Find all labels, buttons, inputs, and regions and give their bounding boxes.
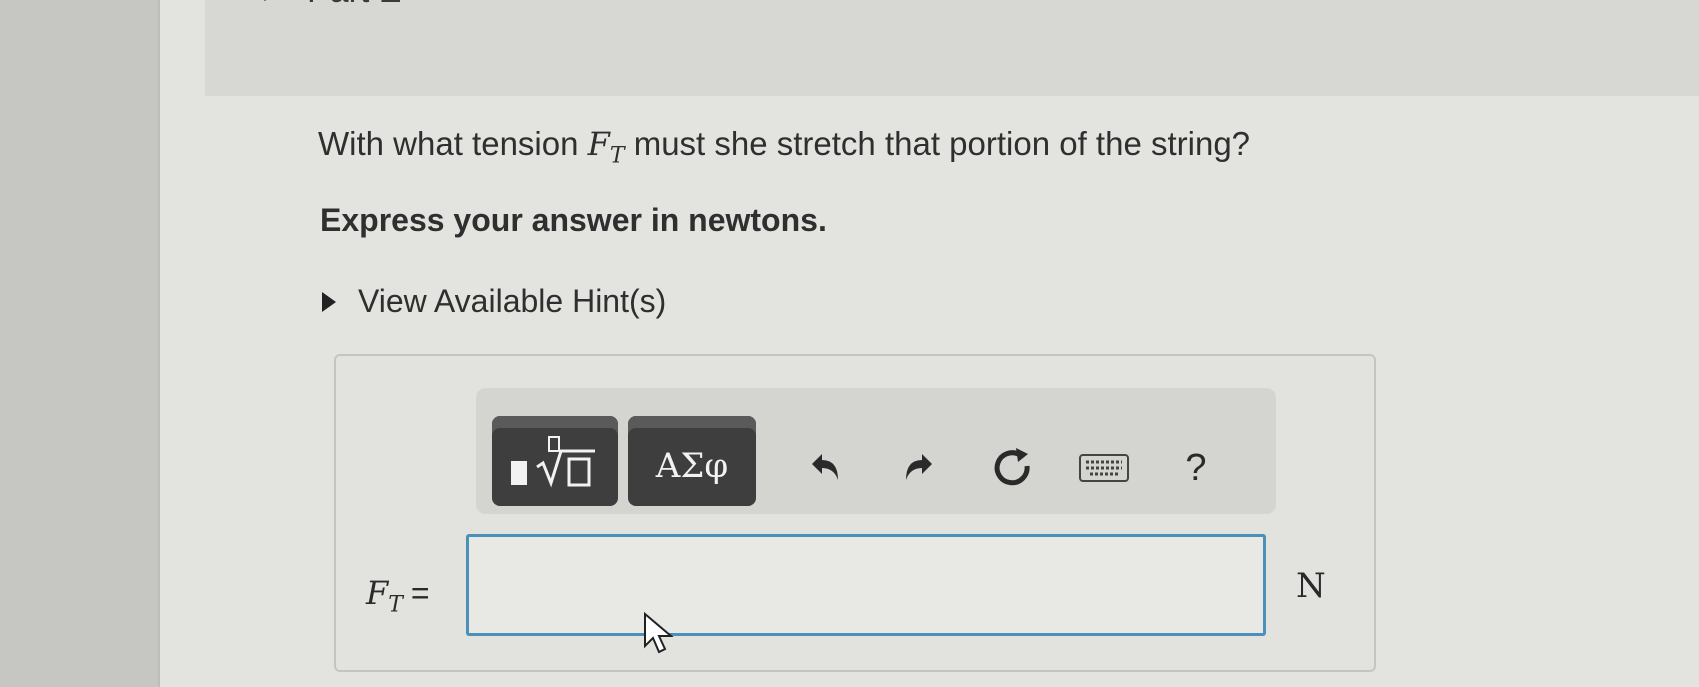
templates-icon — [511, 436, 595, 488]
part-header-band — [205, 0, 1699, 96]
left-panel — [0, 0, 160, 687]
answer-instruction: Express your answer in newtons. — [320, 202, 827, 238]
math-toolbar: ΑΣφ ? — [476, 388, 1276, 514]
part-title: Part E — [307, 0, 401, 11]
unit-label: N — [1296, 566, 1326, 606]
tension-variable: FT — [587, 125, 625, 169]
expand-arrow-icon — [322, 291, 336, 312]
keyboard-icon[interactable] — [1074, 438, 1134, 498]
answer-label: FT = — [366, 574, 430, 618]
view-hints-link[interactable]: View Available Hint(s) — [322, 283, 666, 320]
greek-symbols-button[interactable]: ΑΣφ — [628, 416, 756, 506]
hint-label: View Available Hint(s) — [358, 283, 667, 319]
redo-icon[interactable] — [888, 438, 948, 498]
help-button[interactable]: ? — [1166, 438, 1226, 498]
mouse-cursor-icon — [644, 612, 674, 654]
question-prefix: With what tension — [318, 125, 579, 162]
question-suffix: must she stretch that portion of the str… — [633, 125, 1251, 162]
part-header[interactable]: Part E — [245, 0, 401, 11]
reset-icon[interactable] — [982, 438, 1042, 498]
undo-icon[interactable] — [796, 438, 856, 498]
answer-input[interactable] — [466, 534, 1266, 636]
collapse-caret-icon[interactable] — [245, 0, 285, 1]
templates-button[interactable] — [492, 416, 618, 506]
question-text: With what tension FT must she stretch th… — [318, 125, 1250, 168]
answer-box: ΑΣφ ? FT = N — [334, 354, 1376, 672]
